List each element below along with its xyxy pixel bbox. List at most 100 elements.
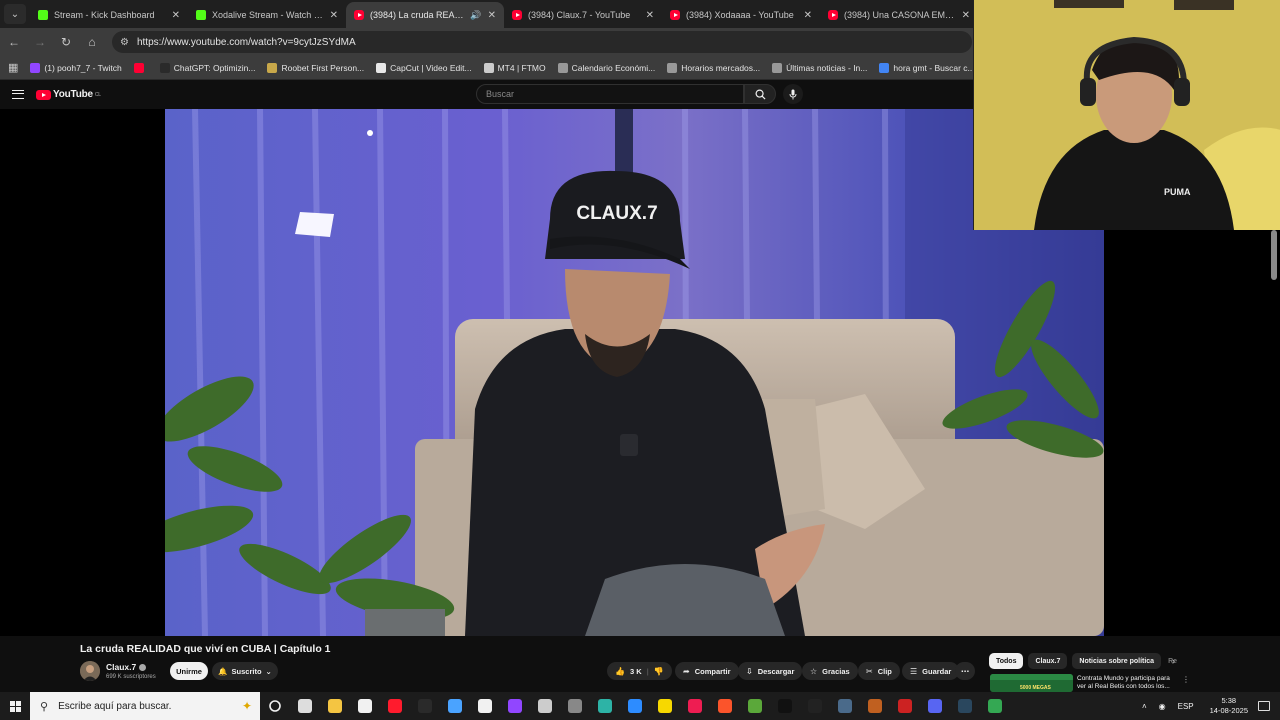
discord-icon[interactable] <box>920 692 950 720</box>
like-count[interactable]: 3 K <box>630 667 642 676</box>
speaker-icon[interactable]: 🔊 <box>470 10 481 21</box>
close-tab-icon[interactable]: ✕ <box>330 10 338 21</box>
like-icon[interactable]: 👍 <box>615 667 625 676</box>
start-button[interactable] <box>0 692 30 720</box>
search-input[interactable]: Buscar <box>476 84 744 104</box>
chip-politics[interactable]: Noticias sobre política <box>1072 653 1162 669</box>
back-arrow-icon[interactable]: ← <box>2 30 26 54</box>
tab-title: Xodalive Stream - Watch Live o <box>212 10 324 20</box>
zoom-icon[interactable] <box>620 692 650 720</box>
notification-icon[interactable] <box>1258 701 1270 711</box>
tiktok-icon[interactable] <box>680 692 710 720</box>
divider: | <box>646 666 649 676</box>
close-tab-icon[interactable]: ✕ <box>962 10 970 21</box>
bookmark-item[interactable]: Roobet First Person... <box>267 62 364 73</box>
browser-tab-active[interactable]: (3984) La cruda REALIDAD 🔊 ✕ <box>346 2 504 28</box>
windows-taskbar: ⚲ Escribe aquí para buscar. ✦ ˄ ◉ ESP 5:… <box>0 692 1280 720</box>
bookmark-item[interactable]: (1) pooh7_7 - Twitch <box>30 62 122 73</box>
recommendation-title[interactable]: Contrata Mundo y participa para ver al R… <box>1077 675 1177 691</box>
address-bar[interactable]: ⚙ https://www.youtube.com/watch?v=9cytJz… <box>112 31 972 53</box>
close-tab-icon[interactable]: ✕ <box>646 10 654 21</box>
more-vertical-icon[interactable]: ⋮ <box>1182 675 1190 684</box>
obs-icon[interactable] <box>860 692 890 720</box>
task-view-icon[interactable] <box>290 692 320 720</box>
browser-tab[interactable]: (3984) Xodaaaa - YouTube ✕ <box>662 2 820 28</box>
bookmark-list: (1) pooh7_7 - Twitch ChatGPT: Optimizin..… <box>18 62 1018 73</box>
bookmark-item[interactable] <box>133 62 148 73</box>
join-button[interactable]: Unirme <box>170 662 208 680</box>
file-icon[interactable] <box>350 692 380 720</box>
video-player[interactable]: CLAUX.7 <box>165 109 1104 636</box>
network-icon[interactable]: ◉ <box>1159 702 1166 711</box>
recommendation-thumbnail[interactable]: 5000 MEGAS <box>990 674 1073 692</box>
calculator-icon[interactable] <box>560 692 590 720</box>
bookmark-item[interactable]: ChatGPT: Optimizin... <box>159 62 255 73</box>
settings-icon[interactable] <box>530 692 560 720</box>
close-tab-icon[interactable]: ✕ <box>172 10 180 21</box>
clock[interactable]: 5:38 14-08-2025 <box>1210 696 1248 716</box>
opera-icon[interactable] <box>380 692 410 720</box>
thanks-button[interactable]: ☆ Gracias <box>802 662 858 680</box>
chip-channel[interactable]: Claux.7 <box>1028 653 1068 669</box>
voice-search-button[interactable] <box>783 84 803 104</box>
chip-all[interactable]: Todos <box>989 653 1024 669</box>
steam-icon[interactable] <box>950 692 980 720</box>
twitch-icon[interactable] <box>500 692 530 720</box>
tab-search-button[interactable]: ⌄ <box>4 4 26 24</box>
share-button[interactable]: ➦ Compartir <box>675 662 739 680</box>
avatar-image <box>80 661 100 681</box>
clip-button[interactable]: ✂ Clip <box>858 662 900 680</box>
forward-arrow-icon[interactable]: → <box>28 30 52 54</box>
menu-icon[interactable] <box>12 90 24 99</box>
chrome-icon[interactable] <box>980 692 1010 720</box>
brave-icon[interactable] <box>710 692 740 720</box>
bookmark-item[interactable]: Últimas noticias - In... <box>772 62 867 73</box>
file-explorer-icon[interactable] <box>320 692 350 720</box>
bookmark-item[interactable]: CapCut | Video Edit... <box>376 62 472 73</box>
close-tab-icon[interactable]: ✕ <box>488 10 496 21</box>
minecraft-glyph <box>748 699 762 713</box>
search-button[interactable] <box>744 84 776 104</box>
browser-tab[interactable]: Stream - Kick Dashboard ✕ <box>30 2 188 28</box>
copilot-icon[interactable] <box>440 692 470 720</box>
save-button[interactable]: ☰ Guardar <box>902 662 960 680</box>
taskbar-search[interactable]: ⚲ Escribe aquí para buscar. ✦ <box>30 692 260 720</box>
chevron-right-icon[interactable]: › <box>1172 656 1175 666</box>
bookmark-favicon-icon <box>267 62 278 73</box>
capcut-icon[interactable] <box>770 692 800 720</box>
tray-expand-icon[interactable]: ˄ <box>1142 702 1147 711</box>
home-icon[interactable]: ⌂ <box>80 30 104 54</box>
save-icon: ☰ <box>910 666 918 676</box>
bookmark-item[interactable]: MT4 | FTMO <box>483 62 546 73</box>
browser-tab[interactable]: (3984) Claux.7 - YouTube ✕ <box>504 2 662 28</box>
reload-icon[interactable]: ↻ <box>54 30 78 54</box>
browser-tab[interactable]: (3984) Una CASONA EMBRUJA ✕ <box>820 2 978 28</box>
browser-tab[interactable]: Xodalive Stream - Watch Live o ✕ <box>188 2 346 28</box>
dislike-icon[interactable]: 👎 <box>654 667 664 676</box>
channel-avatar[interactable] <box>80 661 100 681</box>
brave-glyph <box>718 699 732 713</box>
channel-name[interactable]: Claux.7 <box>106 662 147 672</box>
bookmark-item[interactable]: Calendario Económi... <box>557 62 655 73</box>
app-dark-icon[interactable] <box>410 692 440 720</box>
more-actions-button[interactable]: ⋯ <box>955 662 975 680</box>
bookmark-item[interactable]: Horarios mercados... <box>667 62 760 73</box>
bookmark-item[interactable]: hora gmt - Buscar c... <box>879 62 975 73</box>
apps-grid-icon[interactable]: ▦ <box>8 61 18 74</box>
close-tab-icon[interactable]: ✕ <box>804 10 812 21</box>
download-button[interactable]: ⇩ Descargar <box>738 662 803 680</box>
twitch-glyph <box>508 699 522 713</box>
document-icon[interactable] <box>470 692 500 720</box>
edge-icon[interactable] <box>590 692 620 720</box>
youtube-logo[interactable]: YouTube CL <box>36 89 101 100</box>
page-scrollbar[interactable] <box>1271 230 1277 280</box>
language-indicator[interactable]: ESP <box>1178 702 1194 711</box>
sticky-notes-icon[interactable] <box>650 692 680 720</box>
shield-icon[interactable] <box>830 692 860 720</box>
subscribed-button[interactable]: 🔔 Suscrito ⌄ <box>212 662 278 680</box>
tiktok-studio-icon[interactable] <box>800 692 830 720</box>
record-icon[interactable] <box>890 692 920 720</box>
cortana-icon[interactable] <box>260 692 290 720</box>
minecraft-icon[interactable] <box>740 692 770 720</box>
site-info-icon[interactable]: ⚙ <box>120 37 129 48</box>
